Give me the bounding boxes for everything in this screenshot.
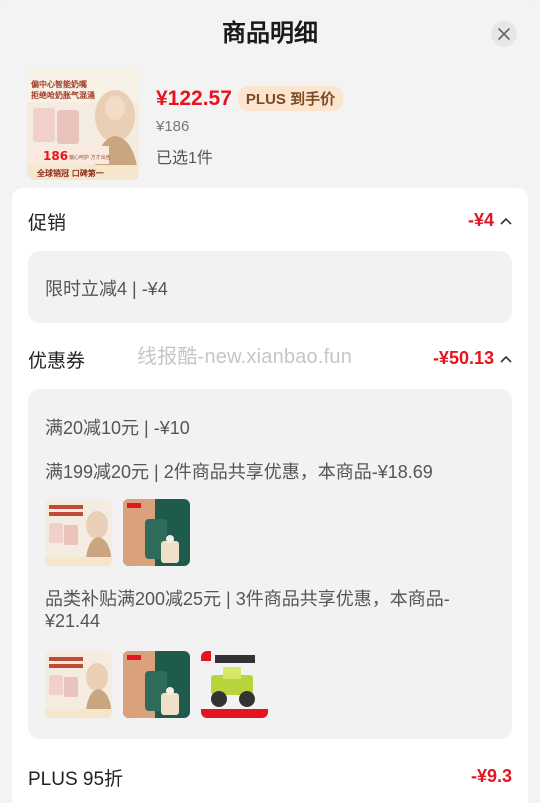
close-icon <box>498 28 510 40</box>
product-detail-sheet: 商品明细 偏中心智能奶嘴 拒绝呛奶胀气混涌 186 偏心呵护 方才出色 全球销冠… <box>0 0 540 803</box>
coupon-products-2 <box>45 651 268 718</box>
coupon-item-amount: ¥21.44 <box>45 611 101 631</box>
coupon-item: 满199减20元 | 2件商品共享优惠，本商品-¥18.69 <box>45 462 433 482</box>
price-row: ¥122.57 PLUS 到手价 <box>156 86 344 111</box>
sheet-header: 商品明细 <box>0 0 540 66</box>
selected-count: 已选1件 <box>156 150 213 167</box>
chevron-up-icon <box>500 217 512 225</box>
promotion-title: 促销 <box>28 213 67 234</box>
plus-discount-amount: -¥9.3 <box>470 766 512 786</box>
product-summary: 偏中心智能奶嘴 拒绝呛奶胀气混涌 186 偏心呵护 方才出色 全球销冠 口碑第一… <box>0 66 540 188</box>
product-thumb[interactable] <box>123 499 190 566</box>
chevron-up-icon <box>500 355 512 363</box>
coupon-amount: -¥50.13 <box>432 348 494 368</box>
discount-details-card: 促销 -¥4 限时立减4 | -¥4 优惠券 -¥50.13 满20减10元 |… <box>12 188 528 803</box>
plus-price: ¥122.57 <box>156 86 232 110</box>
promotion-list: 限时立减4 | -¥4 <box>28 251 512 323</box>
coupon-products-1 <box>45 499 190 566</box>
image-text-line1: 偏中心智能奶嘴 <box>31 79 87 89</box>
promotion-toggle[interactable]: -¥4 <box>468 210 512 231</box>
plus-price-badge: PLUS 到手价 <box>237 86 344 111</box>
coupon-title: 优惠券 <box>28 351 86 372</box>
sheet-title: 商品明细 <box>222 20 318 47</box>
product-thumb[interactable] <box>201 651 268 718</box>
plus-discount-title: PLUS 95折 <box>28 769 124 790</box>
close-button[interactable] <box>491 21 517 47</box>
product-thumb[interactable] <box>123 651 190 718</box>
original-price: ¥186 <box>156 118 190 135</box>
promotion-amount: -¥4 <box>467 210 494 230</box>
coupon-item: 品类补贴满200减25元 | 3件商品共享优惠，本商品- <box>45 589 450 609</box>
coupon-list: 满20减10元 | -¥10 满199减20元 | 2件商品共享优惠，本商品-¥… <box>28 389 512 739</box>
image-text-line2: 拒绝呛奶胀气混涌 <box>31 90 95 100</box>
coupon-toggle[interactable]: -¥50.13 <box>433 348 512 369</box>
image-tag-line: 偏心呵护 方才出色 <box>69 154 111 161</box>
image-footer: 全球销冠 口碑第一 <box>36 168 104 178</box>
product-thumb[interactable] <box>45 651 112 718</box>
image-price-tag: 186 <box>43 149 68 163</box>
product-image[interactable]: 偏中心智能奶嘴 拒绝呛奶胀气混涌 186 偏心呵护 方才出色 全球销冠 口碑第一 <box>27 68 139 180</box>
coupon-item: 满20减10元 | -¥10 <box>45 418 190 438</box>
product-thumb[interactable] <box>45 499 112 566</box>
promotion-item: 限时立减4 | -¥4 <box>45 279 168 299</box>
